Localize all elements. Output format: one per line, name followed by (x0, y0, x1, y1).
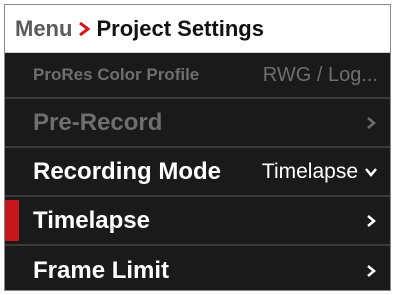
chevron-right-icon (364, 264, 378, 278)
chevron-right-icon (78, 21, 91, 36)
chevron-right-icon (364, 116, 378, 130)
menu-item-label: Recording Mode (33, 157, 222, 185)
menu-item-label: ProRes Color Profile (33, 65, 200, 84)
menu-item-label: Frame Limit (33, 256, 170, 284)
selection-marker (5, 200, 19, 241)
page-title: Project Settings (96, 15, 264, 41)
menu-item-frame-limit[interactable]: Frame Limit (5, 246, 390, 290)
menu-item-pre-record[interactable]: Pre-Record (5, 99, 390, 148)
menu-item-recording-mode[interactable]: Recording Mode Timelapse (5, 148, 390, 197)
menu-item-prores-color-profile[interactable]: ProRes Color Profile RWG / Log... (5, 53, 390, 99)
menu-item-value: RWG / Log... (262, 63, 378, 86)
menu-item-label: Pre-Record (33, 108, 163, 136)
recording-mode-value: Timelapse (261, 159, 358, 183)
menu-item-label: Timelapse (33, 206, 150, 234)
settings-panel: Menu Project Settings ProRes Color Profi… (4, 4, 391, 291)
menu-item-timelapse[interactable]: Timelapse (5, 197, 390, 246)
chevron-right-icon (364, 214, 378, 228)
breadcrumb-menu-link[interactable]: Menu (15, 16, 72, 42)
recording-mode-select[interactable]: Timelapse (262, 160, 378, 184)
breadcrumb: Menu Project Settings (5, 5, 390, 53)
chevron-down-icon (364, 167, 378, 177)
